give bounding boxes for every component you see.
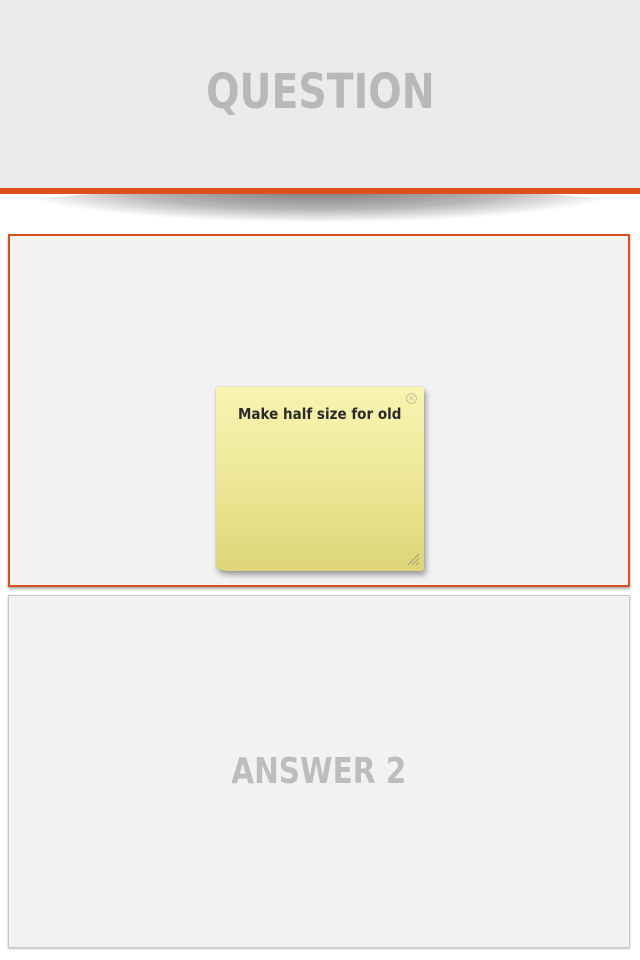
answer-1-card[interactable]: ✕ Make half size for old (8, 234, 630, 587)
answer-2-label: ANSWER 2 (231, 751, 407, 792)
answer-2-card[interactable]: ANSWER 2 (8, 595, 630, 948)
question-title: QUESTION (205, 64, 435, 120)
close-icon[interactable]: ✕ (406, 393, 417, 404)
header-accent-rule (0, 188, 640, 194)
question-header: QUESTION (0, 0, 640, 188)
resize-grip-icon[interactable] (406, 552, 420, 566)
sticky-note-text[interactable]: Make half size for old (238, 405, 401, 423)
sticky-note[interactable]: ✕ Make half size for old (216, 387, 424, 571)
